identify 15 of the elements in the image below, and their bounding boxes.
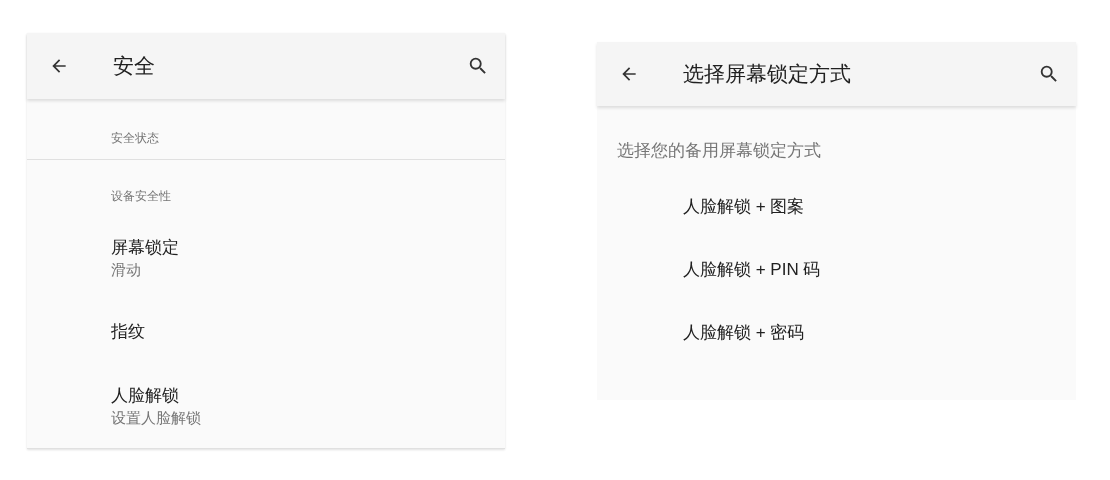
lock-option[interactable]: 人脸解锁 + 密码: [683, 320, 805, 346]
item-summary: 滑动: [111, 260, 142, 280]
screen-title: 安全: [112, 53, 156, 80]
lock-option[interactable]: 人脸解锁 + PIN 码: [683, 257, 821, 283]
item-summary: 设置人脸解锁: [111, 408, 202, 428]
category-header: 安全状态: [110, 130, 160, 147]
prompt-text: 选择您的备用屏幕锁定方式: [616, 140, 822, 162]
item-title[interactable]: 屏幕锁定: [111, 236, 505, 260]
category-header: 设备安全性: [110, 188, 172, 205]
search-icon[interactable]: [1038, 63, 1060, 85]
item-title[interactable]: 指纹: [111, 320, 505, 344]
item-title[interactable]: 人脸解锁: [111, 384, 505, 408]
search-icon[interactable]: [467, 55, 489, 77]
lock-option[interactable]: 人脸解锁 + 图案: [683, 194, 805, 220]
screen-title: 选择屏幕锁定方式: [682, 61, 852, 88]
